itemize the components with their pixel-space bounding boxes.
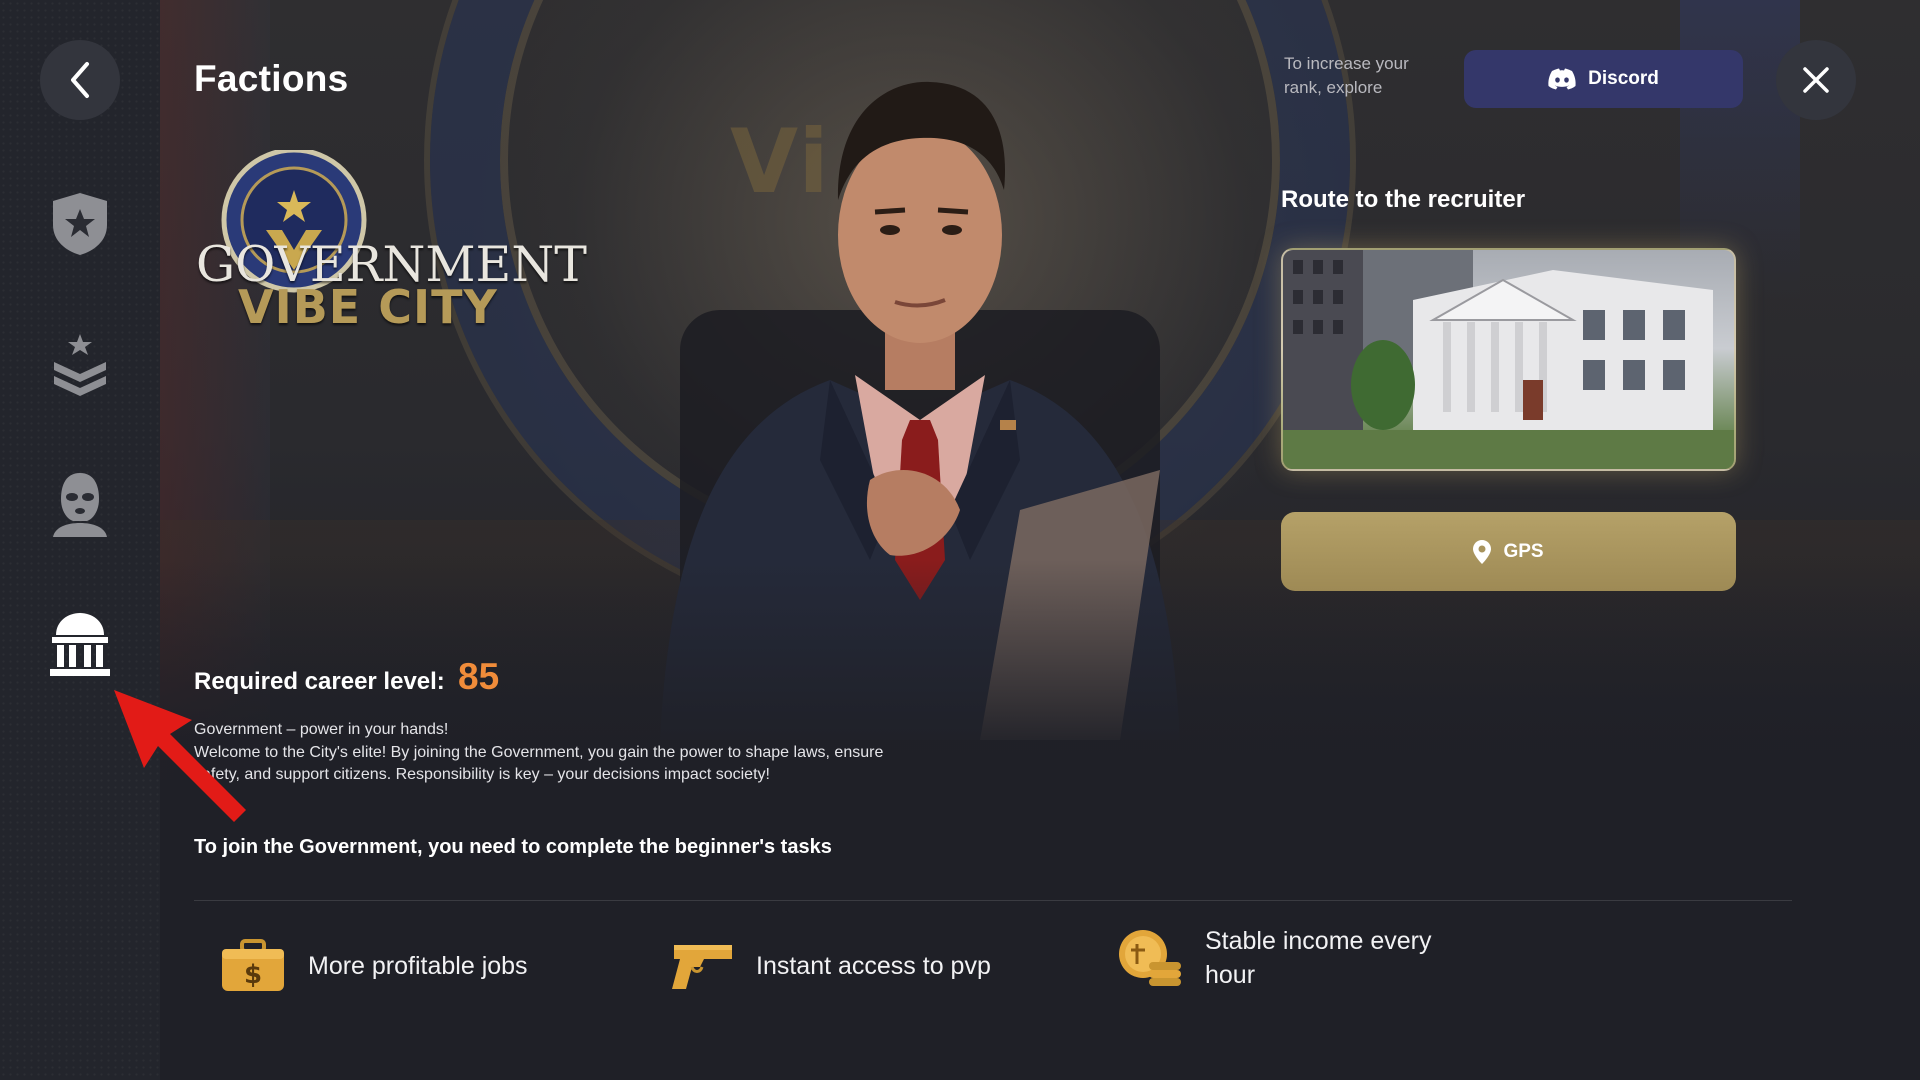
- career-level-value: 85: [458, 656, 500, 697]
- military-rank-icon: [54, 334, 106, 396]
- chevron-left-icon: [71, 62, 89, 98]
- sidebar-item-gangs[interactable]: [40, 464, 120, 544]
- coins-icon: [1117, 925, 1183, 991]
- discord-button[interactable]: Discord: [1464, 50, 1743, 108]
- gang-mask-icon: [53, 473, 107, 537]
- gps-button[interactable]: GPS: [1281, 512, 1736, 591]
- page-title: Factions: [194, 58, 349, 99]
- perk-label: Instant access to pvp: [756, 951, 991, 980]
- perk-label: More profitable jobs: [308, 951, 528, 980]
- sidebar-item-military[interactable]: [40, 324, 120, 404]
- sidebar: [0, 0, 160, 1080]
- rank-hint-text: To increase your rank, explore: [1284, 54, 1409, 97]
- pistol-icon: [668, 933, 734, 999]
- back-button[interactable]: [40, 40, 120, 120]
- gps-button-label: GPS: [1503, 540, 1544, 562]
- faction-description: Government – power in your hands! Welcom…: [194, 719, 974, 787]
- perk-label: Stable income every hour: [1205, 927, 1432, 989]
- divider: [194, 900, 1792, 901]
- recruiter-location-image: [1281, 248, 1736, 471]
- discord-button-label: Discord: [1588, 68, 1659, 89]
- faction-logo-subtitle: VIBE CITY: [238, 280, 498, 334]
- join-requirement-text: To join the Government, you need to comp…: [194, 836, 832, 858]
- sidebar-item-government[interactable]: [40, 604, 120, 684]
- description-line: Government – power in your hands!: [194, 721, 449, 738]
- close-icon: [1803, 67, 1829, 93]
- briefcase-money-icon: $: [220, 933, 286, 999]
- red-arrow-icon: [114, 690, 246, 822]
- perk-item: $ More profitable jobs: [220, 928, 528, 1004]
- close-button[interactable]: [1776, 40, 1856, 120]
- perk-item: Instant access to pvp: [668, 928, 991, 1004]
- perk-item: Stable income every hour: [1117, 920, 1465, 996]
- route-title: Route to the recruiter: [1281, 186, 1526, 213]
- discord-icon: [1548, 68, 1576, 90]
- government-building-icon: [50, 613, 110, 676]
- description-line: Welcome to the City's elite! By joining …: [194, 743, 884, 761]
- sidebar-item-police[interactable]: [40, 184, 120, 264]
- map-pin-icon: [1473, 539, 1492, 564]
- svg-text:$: $: [244, 960, 262, 990]
- police-badge-icon: [53, 193, 107, 255]
- description-line: safety, and support citizens. Responsibi…: [194, 766, 770, 783]
